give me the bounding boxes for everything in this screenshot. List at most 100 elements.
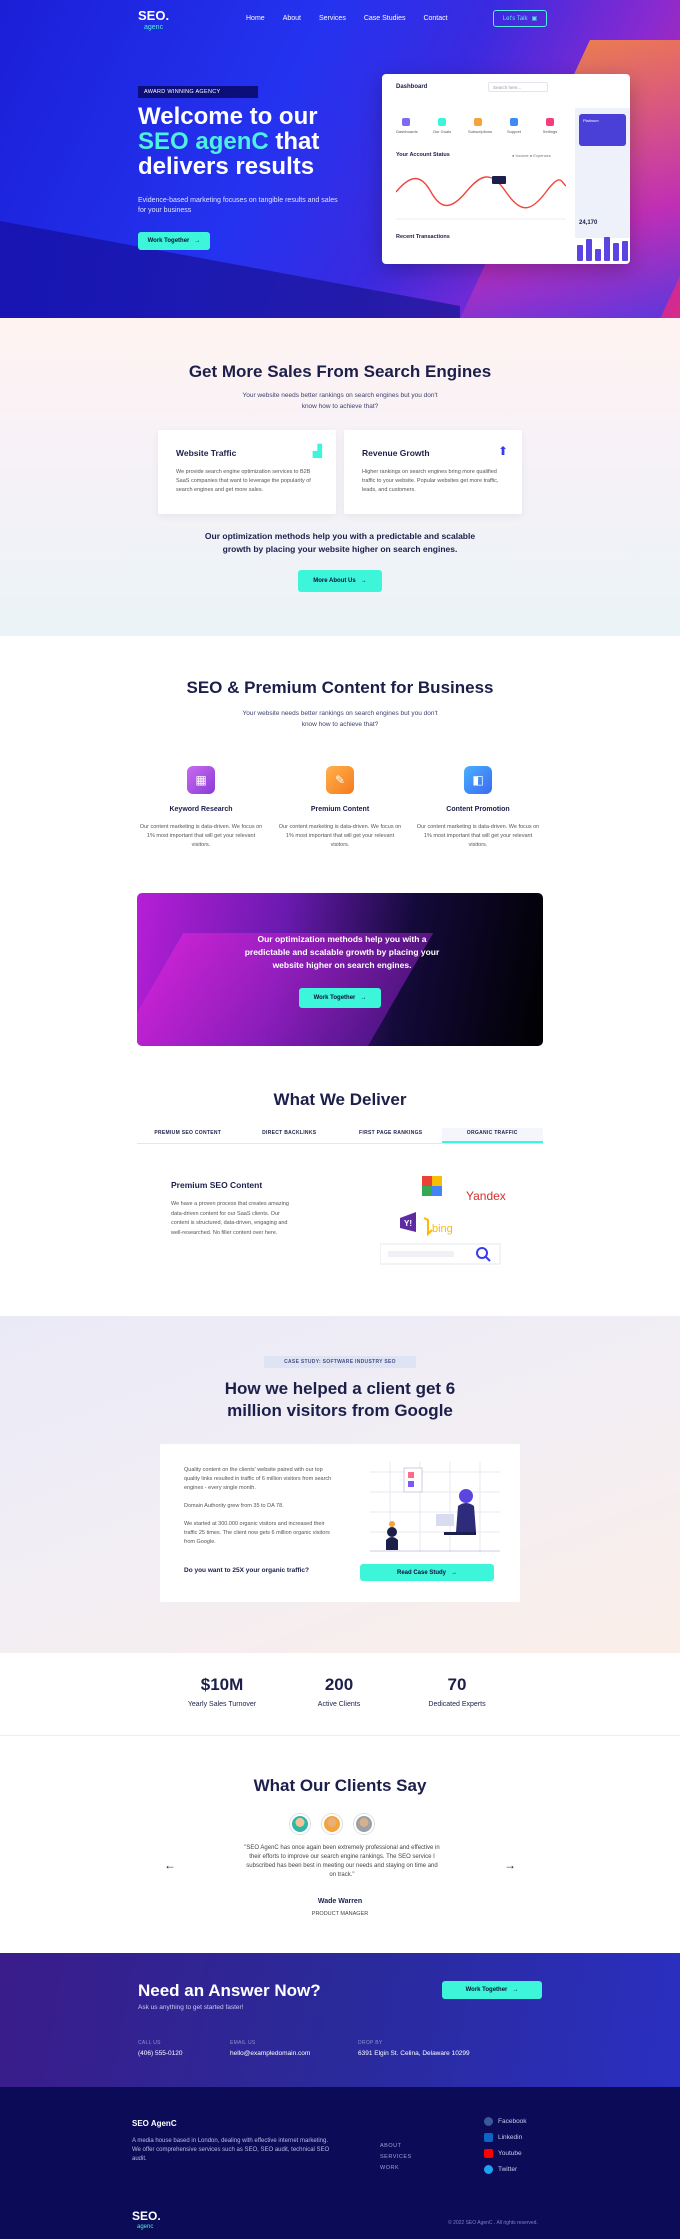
- yandex-logo: Yandex: [466, 1189, 506, 1203]
- testimonials-title: What Our Clients Say: [253, 1776, 427, 1795]
- feature-text: Our content marketing is data-driven. We…: [278, 824, 402, 848]
- footer-logo[interactable]: SEO. agenc: [132, 2210, 161, 2233]
- shortcut-support: Support: [504, 118, 524, 134]
- footer-title: SEO AgenC: [132, 2119, 177, 2128]
- arrow-right-icon: →: [451, 1569, 458, 1576]
- footer-link-services[interactable]: SERVICES: [380, 2154, 412, 2160]
- footer: SEO AgenC A media house based in London,…: [0, 2087, 680, 2239]
- case-text-3: We started at 300.000 organic visitors a…: [184, 1521, 330, 1545]
- copyright: © 2022 SEO AgenC . All rights reserved.: [448, 2220, 538, 2226]
- social-links: Facebook Linkedin Youtube Twitter: [484, 2117, 527, 2174]
- deliver-title: What We Deliver: [273, 1090, 407, 1109]
- dashboard-search: Search here...: [488, 82, 548, 92]
- stats-section: $10M Yearly Sales Turnover 200 Active Cl…: [0, 1653, 680, 1735]
- social-youtube[interactable]: Youtube: [484, 2149, 527, 2158]
- avatar[interactable]: [322, 1814, 342, 1834]
- contact-label: EMAIL US: [230, 2040, 256, 2046]
- cta-section: Need an Answer Now? Ask us anything to g…: [0, 1953, 680, 2087]
- promo-work-together-button[interactable]: Work Together →: [299, 988, 381, 1008]
- prev-arrow-icon[interactable]: ←: [164, 1858, 176, 1872]
- tab-organic-traffic[interactable]: ORGANIC TRAFFIC: [441, 1128, 543, 1143]
- tab-premium-seo-content[interactable]: PREMIUM SEO CONTENT: [137, 1128, 239, 1143]
- client-avatars: [290, 1814, 374, 1834]
- avatar[interactable]: [354, 1814, 374, 1834]
- case-study-card: Quality content on the clients' website …: [160, 1444, 520, 1602]
- content-title: SEO & Premium Content for Business: [186, 678, 494, 697]
- arrow-up-icon: ⬆: [497, 444, 508, 458]
- stat-value: 70: [447, 1675, 467, 1694]
- social-facebook[interactable]: Facebook: [484, 2117, 527, 2126]
- card-text: We provide search engine optimization se…: [176, 469, 311, 493]
- facebook-icon: [484, 2117, 493, 2126]
- contact-value: 6391 Elgin St. Celina, Delaware 10299: [358, 2050, 470, 2057]
- nav-link-case-studies[interactable]: Case Studies: [364, 15, 406, 22]
- next-arrow-icon[interactable]: →: [504, 1858, 516, 1872]
- stat-value: $10M: [200, 1675, 244, 1694]
- social-twitter[interactable]: Twitter: [484, 2165, 527, 2174]
- work-together-label: Work Together: [147, 238, 190, 244]
- case-question: Do you want to 25X your organic traffic?: [184, 1567, 309, 1574]
- dashboard-side-panel: Platinum 24,170: [575, 108, 630, 261]
- dashboard-title: Dashboard: [396, 84, 428, 90]
- contact-phone: CALL US (406) 555-0120: [138, 2040, 182, 2057]
- footer-link-work[interactable]: WORK: [380, 2165, 412, 2171]
- shortcut-goals: Our Goals: [432, 118, 452, 134]
- shortcut-dashboards: Dashboards: [396, 118, 418, 134]
- content-section: SEO & Premium Content for Business Your …: [0, 636, 680, 1316]
- nav-link-home[interactable]: Home: [246, 15, 265, 22]
- testimonial-name: Wade Warren: [317, 1898, 363, 1905]
- more-about-us-button[interactable]: More About Us →: [298, 570, 382, 592]
- award-badge: AWARD WINNING AGENCY: [138, 86, 258, 98]
- bing-logo: bing: [432, 1223, 453, 1235]
- sales-section: Get More Sales From Search Engines Your …: [0, 318, 680, 636]
- lets-talk-button[interactable]: Let's Talk ▣: [493, 10, 547, 27]
- bar-chart-icon: ▟: [312, 444, 322, 458]
- footer-text: A media house based in London, dealing w…: [132, 2138, 330, 2162]
- recent-transactions-title: Recent Transactions: [396, 234, 450, 240]
- logo[interactable]: SEO. agenc: [138, 9, 169, 34]
- nav-link-about[interactable]: About: [283, 15, 301, 22]
- stat-label: Dedicated Experts: [428, 1701, 486, 1708]
- sales-subtitle: Your website needs better rankings on se…: [242, 392, 438, 410]
- balance-value: 24,170: [579, 220, 598, 226]
- hero-title-line3: delivers results: [138, 153, 315, 180]
- stat-sales: $10M Yearly Sales Turnover: [162, 1675, 282, 1708]
- contact-value[interactable]: hello@exampledomain.com: [230, 2050, 310, 2057]
- website-traffic-card: Website Traffic ▟ We provide search engi…: [158, 430, 336, 514]
- contact-label: DROP BY: [358, 2040, 383, 2046]
- tab-direct-backlinks[interactable]: DIRECT BACKLINKS: [239, 1128, 341, 1143]
- case-study-section: CASE STUDY: SOFTWARE INDUSTRY SEO How we…: [0, 1316, 680, 1653]
- chat-icon: ▣: [531, 16, 538, 22]
- case-text-1: Quality content on the clients' website …: [184, 1467, 332, 1491]
- arrow-right-icon: →: [360, 995, 367, 1001]
- shortcut-subscriptions: Subscriptions: [468, 118, 492, 134]
- cta-button-label: Work Together: [465, 1987, 508, 1993]
- keyword-chart-icon: ▦: [187, 766, 215, 794]
- testimonial-quote: "SEO AgenC has once again been extremely…: [244, 1845, 440, 1878]
- linkedin-icon: [484, 2133, 493, 2142]
- top-nav: SEO. agenc Home About Services Case Stud…: [0, 9, 680, 40]
- account-status-title: Your Account Status: [396, 152, 450, 158]
- contact-label: CALL US: [138, 2040, 161, 2046]
- hero-subtitle: Evidence-based marketing focuses on tang…: [138, 197, 338, 214]
- tab-first-page-rankings[interactable]: FIRST PAGE RANKINGS: [340, 1128, 442, 1143]
- lets-talk-label: Let's Talk: [502, 15, 528, 22]
- card-text: Higher rankings on search engines bring …: [362, 469, 499, 493]
- promo-text: Our optimization methods help you with a…: [244, 934, 440, 970]
- contact-value[interactable]: (406) 555-0120: [138, 2050, 182, 2057]
- footer-link-about[interactable]: ABOUT: [380, 2143, 412, 2149]
- read-case-study-button[interactable]: Read Case Study →: [360, 1564, 494, 1581]
- hero-title-line1: Welcome to our: [138, 103, 318, 130]
- social-linkedin[interactable]: Linkedin: [484, 2133, 527, 2142]
- cta-work-together-button[interactable]: Work Together →: [442, 1981, 542, 1999]
- account-line-chart: [396, 176, 566, 220]
- avatar[interactable]: [290, 1814, 310, 1834]
- feature-title: Keyword Research: [169, 806, 233, 813]
- hero-title-tail: that: [275, 128, 320, 155]
- svg-text:Y!: Y!: [404, 1219, 412, 1228]
- nav-link-services[interactable]: Services: [319, 15, 346, 22]
- work-together-button[interactable]: Work Together →: [138, 232, 210, 250]
- feature-title: Content Promotion: [446, 806, 510, 813]
- nav-link-contact[interactable]: Contact: [423, 15, 447, 22]
- feature-text: Our content marketing is data-driven. We…: [416, 824, 540, 848]
